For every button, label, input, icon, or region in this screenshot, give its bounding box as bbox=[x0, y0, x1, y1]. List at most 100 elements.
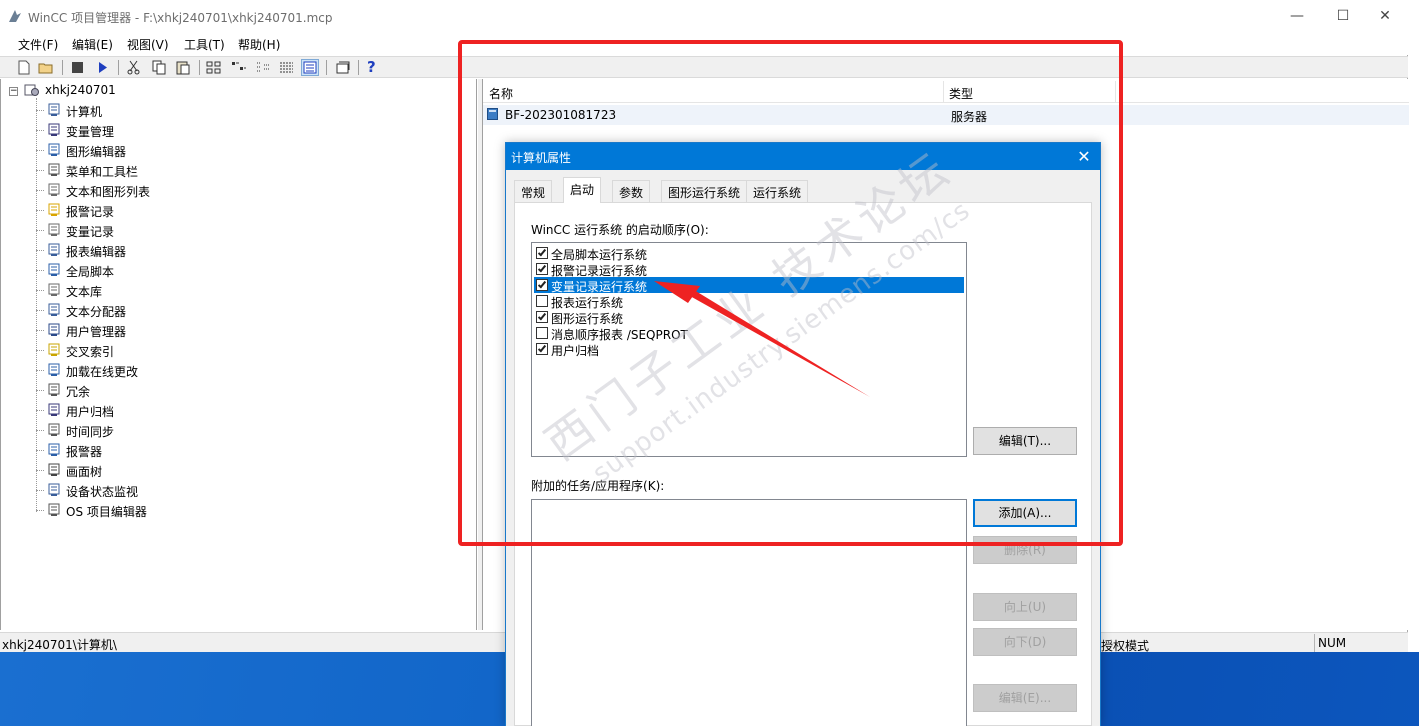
startup-item[interactable]: 全局脚本运行系统 bbox=[534, 245, 964, 262]
tree-item[interactable]: 文本分配器 bbox=[36, 300, 456, 320]
startup-item-checkbox[interactable] bbox=[536, 247, 548, 259]
edit-task-button[interactable]: 编辑(E)... bbox=[973, 684, 1077, 712]
help-icon[interactable]: ? bbox=[367, 58, 383, 76]
menu-help[interactable]: 帮助(H) bbox=[238, 36, 280, 53]
tree-item[interactable]: 文本和图形列表 bbox=[36, 180, 456, 200]
tree-item[interactable]: 画面树 bbox=[36, 460, 456, 480]
tree-item[interactable]: 全局脚本 bbox=[36, 260, 456, 280]
startup-item-checkbox[interactable] bbox=[536, 327, 548, 339]
new-file-icon[interactable] bbox=[16, 60, 32, 75]
startup-item-checkbox[interactable] bbox=[536, 263, 548, 275]
tree-item-label: 变量记录 bbox=[66, 225, 115, 239]
tree-item[interactable]: 加载在线更改 bbox=[36, 360, 456, 380]
tree-item[interactable]: 计算机 bbox=[36, 100, 456, 120]
cut-icon[interactable] bbox=[126, 60, 142, 75]
list-header: 名称 类型 bbox=[483, 81, 1409, 103]
tree-item[interactable]: 时间同步 bbox=[36, 420, 456, 440]
list-view-icon[interactable] bbox=[256, 60, 272, 75]
tab-graphics-runtime[interactable]: 图形运行系统 bbox=[661, 180, 748, 202]
tree-item[interactable]: 图形编辑器 bbox=[36, 140, 456, 160]
startup-item-checkbox[interactable] bbox=[536, 311, 548, 323]
copy-icon[interactable] bbox=[151, 60, 167, 75]
tree-item-label: 设备状态监视 bbox=[66, 485, 139, 499]
small-icons-view-icon[interactable] bbox=[231, 60, 247, 75]
startup-item-label: 用户归档 bbox=[551, 344, 600, 358]
remove-task-button[interactable]: 删除(R) bbox=[973, 536, 1077, 564]
tree-connector bbox=[36, 190, 44, 191]
server-computer-icon bbox=[487, 108, 498, 120]
tab-runtime[interactable]: 运行系统 bbox=[746, 180, 809, 202]
tree-connector bbox=[36, 410, 44, 411]
tree-item[interactable]: 报警记录 bbox=[36, 200, 456, 220]
tree-item[interactable]: OS 项目编辑器 bbox=[36, 500, 456, 520]
user-administrator-icon bbox=[48, 323, 60, 336]
tree-item[interactable]: 菜单和工具栏 bbox=[36, 160, 456, 180]
startup-item-checkbox[interactable] bbox=[536, 343, 548, 355]
activate-runtime-icon[interactable] bbox=[95, 60, 111, 75]
details-view-icon[interactable] bbox=[279, 60, 295, 75]
tree-connector bbox=[36, 270, 44, 271]
additional-tasks-list[interactable] bbox=[531, 499, 967, 726]
startup-item[interactable]: 报表运行系统 bbox=[534, 293, 964, 310]
menu-tools[interactable]: 工具(T) bbox=[184, 36, 225, 53]
paste-icon[interactable] bbox=[175, 60, 191, 75]
tab-parameters[interactable]: 参数 bbox=[612, 180, 651, 202]
edit-startup-button[interactable]: 编辑(T)... bbox=[973, 427, 1077, 455]
properties-icon[interactable] bbox=[335, 60, 351, 75]
move-up-button[interactable]: 向上(U) bbox=[973, 593, 1077, 621]
tab-general[interactable]: 常规 bbox=[514, 180, 553, 202]
tag-logging-icon bbox=[48, 223, 60, 236]
tree-item-label: 报表编辑器 bbox=[66, 245, 127, 259]
tree-item[interactable]: 冗余 bbox=[36, 380, 456, 400]
startup-order-list[interactable]: 全局脚本运行系统 报警记录运行系统 变量记录运行系统 报表运行系统 图形运行系统 消息顺序… bbox=[531, 242, 967, 457]
tree-item[interactable]: 变量记录 bbox=[36, 220, 456, 240]
list-row[interactable]: BF-202301081723 服务器 bbox=[483, 105, 1409, 125]
column-divider[interactable] bbox=[943, 81, 944, 103]
startup-item[interactable]: 用户归档 bbox=[534, 341, 964, 358]
wincc-app-icon bbox=[9, 10, 21, 22]
tree-item[interactable]: 文本库 bbox=[36, 280, 456, 300]
tree-connector bbox=[36, 350, 44, 351]
tree-item[interactable]: 用户管理器 bbox=[36, 320, 456, 340]
properties-view-icon[interactable] bbox=[301, 59, 319, 76]
tree-item-label: 文本分配器 bbox=[66, 305, 127, 319]
dialog-close-icon[interactable]: ✕ bbox=[1074, 147, 1094, 166]
tree-item[interactable]: 设备状态监视 bbox=[36, 480, 456, 500]
open-folder-icon[interactable] bbox=[38, 60, 54, 75]
menu-file[interactable]: 文件(F) bbox=[18, 36, 58, 53]
text-distributor-icon bbox=[48, 303, 60, 316]
column-name-header[interactable]: 名称 bbox=[489, 85, 513, 102]
tree-item[interactable]: 变量管理 bbox=[36, 120, 456, 140]
tree-item[interactable]: 交叉索引 bbox=[36, 340, 456, 360]
menu-view[interactable]: 视图(V) bbox=[127, 36, 169, 53]
startup-item-checkbox[interactable] bbox=[536, 295, 548, 307]
text-graphic-list-icon bbox=[48, 183, 60, 196]
tab-startup[interactable]: 启动 bbox=[563, 177, 602, 203]
startup-tab-panel: WinCC 运行系统 的启动顺序(O): 全局脚本运行系统 报警记录运行系统 变量记… bbox=[514, 202, 1092, 726]
add-task-button[interactable]: 添加(A)... bbox=[973, 499, 1077, 527]
minimize-button[interactable]: — bbox=[1274, 0, 1320, 32]
menu-edit[interactable]: 编辑(E) bbox=[72, 36, 113, 53]
large-icons-view-icon[interactable] bbox=[206, 60, 222, 75]
tree-item-label: 报警器 bbox=[66, 445, 103, 459]
tree-item[interactable]: 报表编辑器 bbox=[36, 240, 456, 260]
tree-root-label[interactable]: xhkj240701 bbox=[45, 83, 116, 97]
maximize-button[interactable]: ☐ bbox=[1320, 0, 1366, 32]
startup-item[interactable]: 变量记录运行系统 bbox=[534, 277, 964, 294]
dialog-title-bar: 计算机属性 ✕ bbox=[506, 143, 1100, 170]
tree-collapse-toggle[interactable]: − bbox=[9, 87, 18, 96]
toolbar: ? bbox=[0, 56, 1408, 78]
tree-connector bbox=[36, 210, 44, 211]
column-type-header[interactable]: 类型 bbox=[949, 85, 973, 102]
close-button[interactable]: ✕ bbox=[1362, 0, 1408, 32]
startup-item[interactable]: 图形运行系统 bbox=[534, 309, 964, 326]
column-divider[interactable] bbox=[1115, 81, 1116, 103]
startup-item[interactable]: 报警记录运行系统 bbox=[534, 261, 964, 278]
tree-item[interactable]: 报警器 bbox=[36, 440, 456, 460]
stop-runtime-icon[interactable] bbox=[70, 60, 86, 75]
startup-item-checkbox[interactable] bbox=[536, 279, 548, 291]
tree-connector bbox=[36, 130, 44, 131]
startup-item[interactable]: 消息顺序报表 /SEQPROT bbox=[534, 325, 964, 342]
tree-item[interactable]: 用户归档 bbox=[36, 400, 456, 420]
move-down-button[interactable]: 向下(D) bbox=[973, 628, 1077, 656]
